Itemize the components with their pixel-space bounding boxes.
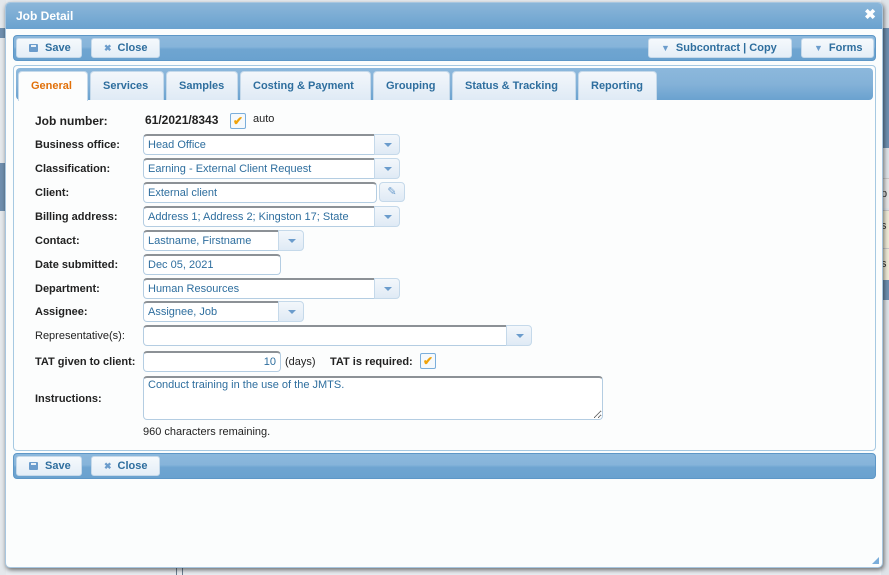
- business-office-dropdown-button[interactable]: [374, 134, 400, 155]
- tat-unit: (days): [285, 356, 316, 368]
- top-toolbar: Save ✖ Close ▼ Subcontract | Copy ▼ Forms: [13, 35, 876, 61]
- assignee-select[interactable]: Assignee, Job: [143, 301, 279, 322]
- save-icon: [29, 44, 38, 52]
- job-detail-dialog: Job Detail ✖ Save ✖ Close ▼ Subcontract | …: [5, 2, 883, 568]
- assignee-label: Assignee:: [35, 306, 88, 318]
- resize-handle[interactable]: [872, 557, 879, 564]
- close-x-icon[interactable]: ✖: [864, 6, 876, 23]
- representatives-label: Representative(s):: [35, 330, 125, 342]
- auto-checkbox[interactable]: ✔: [230, 113, 246, 129]
- tab-panel: General Services Samples Costing & Payme…: [13, 65, 876, 451]
- subcontract-copy-button[interactable]: ▼ Subcontract | Copy: [648, 38, 792, 58]
- tat-required-checkbox[interactable]: ✔: [420, 353, 436, 369]
- characters-remaining: 960 characters remaining.: [143, 426, 271, 438]
- classification-label: Classification:: [35, 163, 111, 175]
- date-submitted-label: Date submitted:: [35, 259, 119, 271]
- edit-client-button[interactable]: ✎: [379, 182, 405, 202]
- save-button-bottom[interactable]: Save: [16, 456, 82, 476]
- close-button-bottom[interactable]: ✖ Close: [91, 456, 160, 476]
- caret-down-icon: ▼: [661, 43, 670, 53]
- representatives-dropdown-button[interactable]: [506, 325, 532, 346]
- billing-address-select[interactable]: Address 1; Address 2; Kingston 17; State: [143, 206, 375, 227]
- business-office-select[interactable]: Head Office: [143, 134, 375, 155]
- close-icon: ✖: [104, 461, 112, 471]
- save-icon: [29, 462, 38, 470]
- general-form: Job number: 61/2021/8343 ✔ auto Business…: [14, 66, 875, 450]
- dialog-titlebar[interactable]: Job Detail ✖: [6, 3, 882, 29]
- tat-label: TAT given to client:: [35, 356, 136, 368]
- check-icon: ✔: [422, 354, 434, 368]
- contact-label: Contact:: [35, 235, 80, 247]
- dialog-title: Job Detail: [16, 9, 74, 23]
- contact-dropdown-button[interactable]: [278, 230, 304, 251]
- close-button[interactable]: ✖ Close: [91, 38, 160, 58]
- tat-required-label: TAT is required:: [330, 356, 413, 368]
- department-select[interactable]: Human Resources: [143, 278, 375, 299]
- instructions-label: Instructions:: [35, 393, 102, 405]
- forms-button[interactable]: ▼ Forms: [801, 38, 874, 58]
- auto-label: auto: [253, 113, 275, 125]
- job-number-label: Job number:: [35, 114, 108, 128]
- department-label: Department:: [35, 283, 100, 295]
- classification-select[interactable]: Earning - External Client Request: [143, 158, 375, 179]
- tat-input[interactable]: 10: [143, 351, 281, 372]
- bottom-toolbar: Save ✖ Close: [13, 453, 876, 479]
- caret-down-icon: ▼: [814, 43, 823, 53]
- classification-dropdown-button[interactable]: [374, 158, 400, 179]
- save-button[interactable]: Save: [16, 38, 82, 58]
- date-submitted-input[interactable]: Dec 05, 2021: [143, 254, 281, 275]
- job-number-value: 61/2021/8343: [145, 113, 219, 127]
- representatives-select[interactable]: [143, 325, 507, 346]
- contact-select[interactable]: Lastname, Firstname: [143, 230, 279, 251]
- client-input[interactable]: External client: [143, 182, 377, 203]
- background-splitter: [176, 568, 183, 575]
- billing-address-label: Billing address:: [35, 211, 118, 223]
- pencil-icon: ✎: [387, 186, 397, 198]
- business-office-label: Business office:: [35, 139, 120, 151]
- department-dropdown-button[interactable]: [374, 278, 400, 299]
- close-icon: ✖: [104, 43, 112, 53]
- check-icon: ✔: [232, 114, 244, 128]
- client-label: Client:: [35, 187, 70, 199]
- assignee-dropdown-button[interactable]: [278, 301, 304, 322]
- billing-address-dropdown-button[interactable]: [374, 206, 400, 227]
- instructions-textarea[interactable]: Conduct training in the use of the JMTS.: [143, 376, 603, 420]
